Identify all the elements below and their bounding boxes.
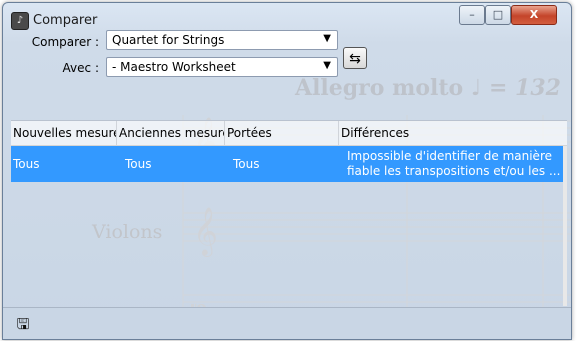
minimize-button[interactable]: – [459,5,485,25]
app-icon: ♪ [11,12,29,30]
tempo-text: Allegro molto [295,75,464,101]
save-icon[interactable]: 🖫 [15,316,31,332]
table-scroll-edge [563,146,567,306]
column-header-differences[interactable]: Différences [339,121,567,145]
with-label: Avec : [62,61,99,75]
close-button[interactable]: X [511,5,557,25]
table-row[interactable]: Tous Tous Tous Impossible d'identifier d… [11,146,563,182]
cell-differences: Impossible d'identifier de manière fiabl… [347,149,561,178]
comparer-window: ♪ Comparer – □ X Allegro molto ♩ = 132 V… [2,2,572,340]
differences-table: Nouvelles mesures Anciennes mesures Port… [11,120,567,307]
swap-arrows-icon: ⇆ [349,51,361,67]
with-dropdown-value: - Maestro Worksheet [112,60,236,74]
cell-old-measures: Tous [125,157,152,171]
table-header: Nouvelles mesures Anciennes mesures Port… [11,121,567,146]
column-header-staves[interactable]: Portées [225,121,339,145]
cell-new-measures: Tous [13,157,40,171]
dropdown-arrow-icon: ▼ [323,33,331,44]
quarter-note-icon: ♩ [470,75,489,101]
footer-bar: 🖫 [3,307,571,339]
maximize-button[interactable]: □ [485,5,511,25]
dropdown-arrow-icon: ▼ [323,60,331,71]
compare-dropdown-value: Quartet for Strings [112,33,225,47]
window-title: Comparer [33,13,98,28]
compare-dropdown[interactable]: Quartet for Strings ▼ [106,30,338,50]
cell-staves: Tous [233,157,260,171]
column-header-new-measures[interactable]: Nouvelles mesures [11,121,117,145]
column-header-old-measures[interactable]: Anciennes mesures [117,121,225,145]
compare-label: Comparer : [31,35,99,49]
tempo-marking: Allegro molto ♩ = 132 [295,75,561,101]
with-dropdown[interactable]: - Maestro Worksheet ▼ [106,57,338,77]
swap-button[interactable]: ⇆ [343,47,367,69]
tempo-value: = 132 [488,75,561,101]
